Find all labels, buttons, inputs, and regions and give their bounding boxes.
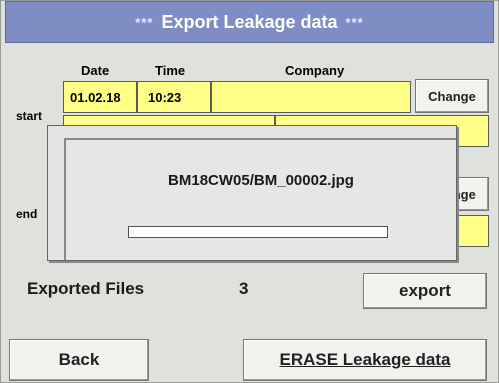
exported-files-count: 3 bbox=[239, 279, 249, 298]
export-progress-dialog: BM18CW05/BM_00002.jpg bbox=[47, 125, 457, 261]
page-title: Export Leakage data bbox=[161, 11, 338, 32]
exported-files-label: Exported Files bbox=[27, 279, 145, 298]
export-progress-bar bbox=[128, 226, 388, 238]
dialog-panel: BM18CW05/BM_00002.jpg bbox=[64, 138, 456, 260]
change-start-button[interactable]: Change bbox=[415, 79, 489, 113]
title-stars-right: *** bbox=[345, 14, 364, 30]
time-header: Time bbox=[155, 63, 186, 78]
export-button[interactable]: export bbox=[363, 273, 487, 309]
start-time-cell[interactable]: 10:23 bbox=[137, 81, 211, 113]
start-label: start bbox=[16, 109, 43, 123]
erase-leakage-data-button[interactable]: ERASE Leakage data bbox=[243, 339, 487, 381]
export-filename: BM18CW05/BM_00002.jpg bbox=[168, 172, 354, 189]
back-button[interactable]: Back bbox=[9, 339, 149, 381]
company-header: Company bbox=[285, 63, 345, 78]
start-company-cell[interactable] bbox=[211, 81, 411, 113]
title-stars-left: *** bbox=[135, 14, 154, 30]
title-bar: *** Export Leakage data *** bbox=[5, 1, 494, 43]
start-date-cell[interactable]: 01.02.18 bbox=[63, 81, 137, 113]
date-header: Date bbox=[81, 63, 110, 78]
export-leakage-screen: *** Export Leakage data *** Date Time Co… bbox=[0, 0, 499, 383]
end-label: end bbox=[16, 207, 38, 221]
